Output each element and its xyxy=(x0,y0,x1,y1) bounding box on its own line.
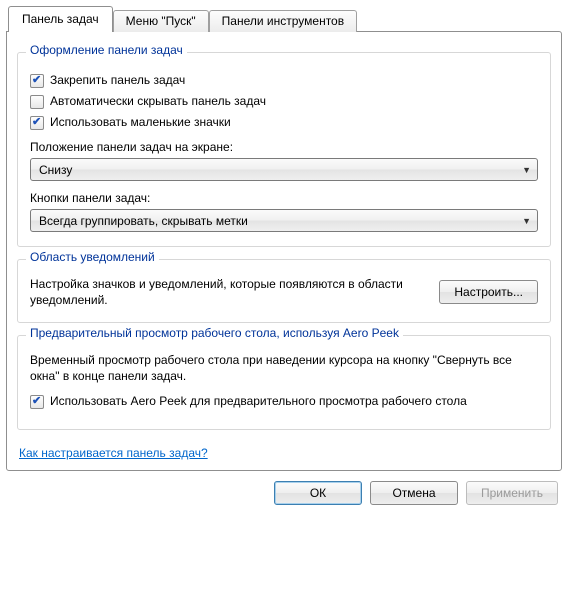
use-aero-peek-option[interactable]: Использовать Aero Peek для предварительн… xyxy=(30,394,538,409)
small-icons-checkbox[interactable] xyxy=(30,116,44,130)
use-aero-peek-label: Использовать Aero Peek для предварительн… xyxy=(50,394,467,409)
notification-area-description: Настройка значков и уведомлений, которые… xyxy=(30,276,427,308)
autohide-taskbar-checkbox[interactable] xyxy=(30,95,44,109)
ok-button[interactable]: ОК xyxy=(274,481,362,505)
tab-page-taskbar: Оформление панели задач Закрепить панель… xyxy=(6,31,562,471)
taskbar-buttons-value: Всегда группировать, скрывать метки xyxy=(39,214,248,228)
tab-strip: Панель задач Меню "Пуск" Панели инструме… xyxy=(6,6,562,31)
taskbar-position-label: Положение панели задач на экране: xyxy=(30,140,538,154)
group-title-aero-peek: Предварительный просмотр рабочего стола,… xyxy=(26,326,403,340)
tab-start-menu[interactable]: Меню "Пуск" xyxy=(113,10,209,32)
lock-taskbar-checkbox[interactable] xyxy=(30,74,44,88)
group-title-notification: Область уведомлений xyxy=(26,250,159,264)
small-icons-label: Использовать маленькие значки xyxy=(50,115,231,130)
taskbar-position-value: Снизу xyxy=(39,163,72,177)
lock-taskbar-option[interactable]: Закрепить панель задач xyxy=(30,73,538,88)
customize-notifications-button[interactable]: Настроить... xyxy=(439,280,538,304)
tab-toolbars[interactable]: Панели инструментов xyxy=(209,10,357,32)
lock-taskbar-label: Закрепить панель задач xyxy=(50,73,185,88)
taskbar-position-select[interactable]: Снизу xyxy=(30,158,538,181)
taskbar-buttons-label: Кнопки панели задач: xyxy=(30,191,538,205)
group-notification-area: Область уведомлений Настройка значков и … xyxy=(17,259,551,323)
taskbar-buttons-select[interactable]: Всегда группировать, скрывать метки xyxy=(30,209,538,232)
small-icons-option[interactable]: Использовать маленькие значки xyxy=(30,115,538,130)
tab-taskbar[interactable]: Панель задач xyxy=(8,6,113,31)
group-title-appearance: Оформление панели задач xyxy=(26,43,187,57)
help-link-taskbar[interactable]: Как настраивается панель задач? xyxy=(19,446,208,460)
use-aero-peek-checkbox[interactable] xyxy=(30,395,44,409)
group-taskbar-appearance: Оформление панели задач Закрепить панель… xyxy=(17,52,551,247)
taskbar-properties-dialog: Панель задач Меню "Пуск" Панели инструме… xyxy=(0,0,568,590)
aero-peek-description: Временный просмотр рабочего стола при на… xyxy=(30,352,538,384)
cancel-button[interactable]: Отмена xyxy=(370,481,458,505)
autohide-taskbar-label: Автоматически скрывать панель задач xyxy=(50,94,266,109)
dialog-button-bar: ОК Отмена Применить xyxy=(6,471,562,505)
apply-button[interactable]: Применить xyxy=(466,481,558,505)
autohide-taskbar-option[interactable]: Автоматически скрывать панель задач xyxy=(30,94,538,109)
group-aero-peek: Предварительный просмотр рабочего стола,… xyxy=(17,335,551,430)
